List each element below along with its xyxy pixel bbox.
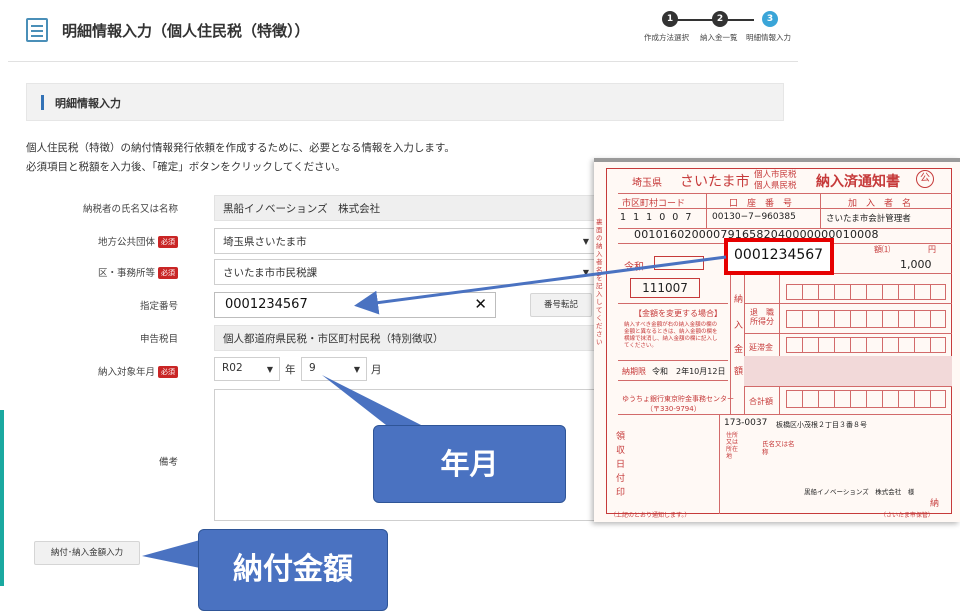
year-month-callout: 年月	[373, 425, 566, 503]
year-month-callout-tail	[322, 375, 425, 427]
transfer-arrow	[354, 255, 727, 315]
amount-callout-tail	[142, 540, 200, 568]
annotation-overlay	[142, 255, 727, 568]
amount-callout: 納付金額	[198, 529, 388, 611]
